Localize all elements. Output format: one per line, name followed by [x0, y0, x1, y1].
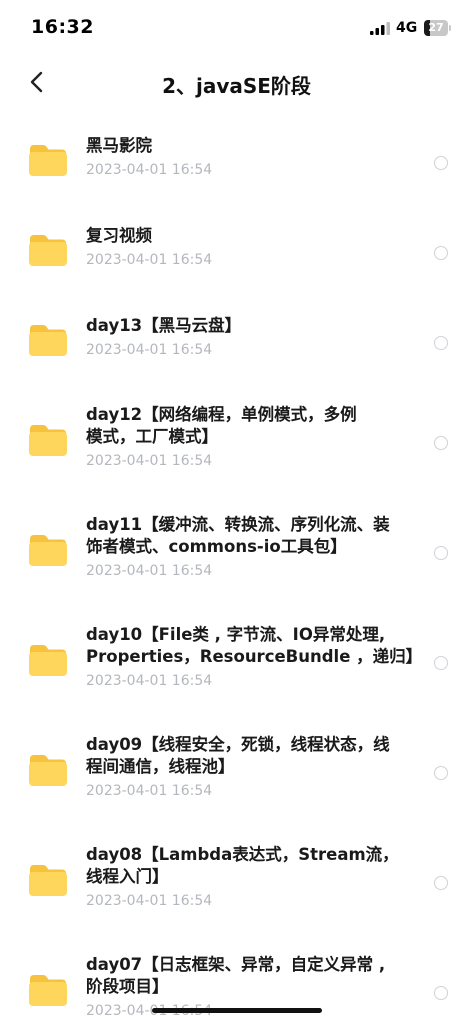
file-date: 2023-04-01 16:54	[86, 563, 213, 579]
select-radio[interactable]	[434, 336, 448, 350]
file-list-item[interactable]: 黑马影院 2023-04-01 16:54	[0, 114, 473, 204]
file-name: day07【日志框架、异常，自定义异常 , 阶段项目】	[86, 955, 386, 996]
file-text: 复习视频 2023-04-01 16:54	[86, 225, 416, 269]
file-date: 2023-04-01 16:54	[86, 252, 213, 268]
select-radio[interactable]	[434, 656, 448, 670]
select-radio[interactable]	[434, 436, 448, 450]
file-date: 2023-04-01 16:54	[86, 893, 213, 909]
file-name: 复习视频	[86, 226, 152, 245]
file-list-item[interactable]: day13【黑马云盘】 2023-04-01 16:54	[0, 294, 473, 384]
status-bar: 16:32 4G 27	[0, 0, 473, 52]
file-name: day09【线程安全，死锁，线程状态，线 程间通信，线程池】	[86, 735, 390, 776]
select-radio[interactable]	[434, 876, 448, 890]
status-time: 16:32	[31, 16, 94, 38]
battery-icon: 27	[424, 20, 452, 36]
screen: 16:32 4G 27 2、javaSE阶段 黑马影院 2023-04-01 1…	[0, 0, 473, 1024]
file-text: day13【黑马云盘】 2023-04-01 16:54	[86, 315, 416, 359]
file-name: day08【Lambda表达式，Stream流， 线程入门】	[86, 845, 399, 886]
file-name: day13【黑马云盘】	[86, 316, 242, 335]
select-radio[interactable]	[434, 546, 448, 560]
network-type-label: 4G	[396, 20, 418, 36]
file-text: day12【网络编程，单例模式，多例 模式，工厂模式】 2023-04-01 1…	[86, 404, 416, 470]
file-name: 黑马影院	[86, 136, 152, 155]
file-name: day10【File类 , 字节流、IO异常处理, Properties，Res…	[86, 625, 423, 666]
file-list-item[interactable]: day12【网络编程，单例模式，多例 模式，工厂模式】 2023-04-01 1…	[0, 384, 473, 494]
folder-icon	[29, 865, 67, 896]
nav-header: 2、javaSE阶段	[0, 52, 473, 114]
select-radio[interactable]	[434, 766, 448, 780]
battery-level: 27	[428, 21, 444, 34]
home-indicator	[152, 1008, 322, 1013]
file-text: day10【File类 , 字节流、IO异常处理, Properties，Res…	[86, 624, 423, 690]
file-list-item[interactable]: day11【缓冲流、转换流、序列化流、装 饰者模式、commons-io工具包】…	[0, 494, 473, 604]
file-list-item[interactable]: day08【Lambda表达式，Stream流， 线程入门】 2023-04-0…	[0, 824, 473, 934]
file-list-item[interactable]: 复习视频 2023-04-01 16:54	[0, 204, 473, 294]
file-date: 2023-04-01 16:54	[86, 783, 213, 799]
select-radio[interactable]	[434, 986, 448, 1000]
file-text: day08【Lambda表达式，Stream流， 线程入门】 2023-04-0…	[86, 844, 416, 910]
page-title: 2、javaSE阶段	[162, 74, 311, 98]
file-date: 2023-04-01 16:54	[86, 162, 213, 178]
file-list-item[interactable]: day09【线程安全，死锁，线程状态，线 程间通信，线程池】 2023-04-0…	[0, 714, 473, 824]
select-radio[interactable]	[434, 246, 448, 260]
file-name: day11【缓冲流、转换流、序列化流、装 饰者模式、commons-io工具包】	[86, 515, 390, 556]
folder-icon	[29, 425, 67, 456]
folder-icon	[29, 325, 67, 356]
file-text: 黑马影院 2023-04-01 16:54	[86, 135, 416, 179]
file-text: day11【缓冲流、转换流、序列化流、装 饰者模式、commons-io工具包】…	[86, 514, 416, 580]
file-date: 2023-04-01 16:54	[86, 673, 213, 689]
folder-icon	[29, 235, 67, 266]
file-date: 2023-04-01 16:54	[86, 453, 213, 469]
folder-icon	[29, 645, 67, 676]
folder-icon	[29, 535, 67, 566]
folder-icon	[29, 975, 67, 1006]
folder-icon	[29, 145, 67, 176]
file-text: day09【线程安全，死锁，线程状态，线 程间通信，线程池】 2023-04-0…	[86, 734, 416, 800]
file-date: 2023-04-01 16:54	[86, 342, 213, 358]
signal-icon	[370, 22, 390, 35]
select-radio[interactable]	[434, 156, 448, 170]
file-name: day12【网络编程，单例模式，多例 模式，工厂模式】	[86, 405, 357, 446]
folder-icon	[29, 755, 67, 786]
file-list-item[interactable]: day10【File类 , 字节流、IO异常处理, Properties，Res…	[0, 604, 473, 714]
